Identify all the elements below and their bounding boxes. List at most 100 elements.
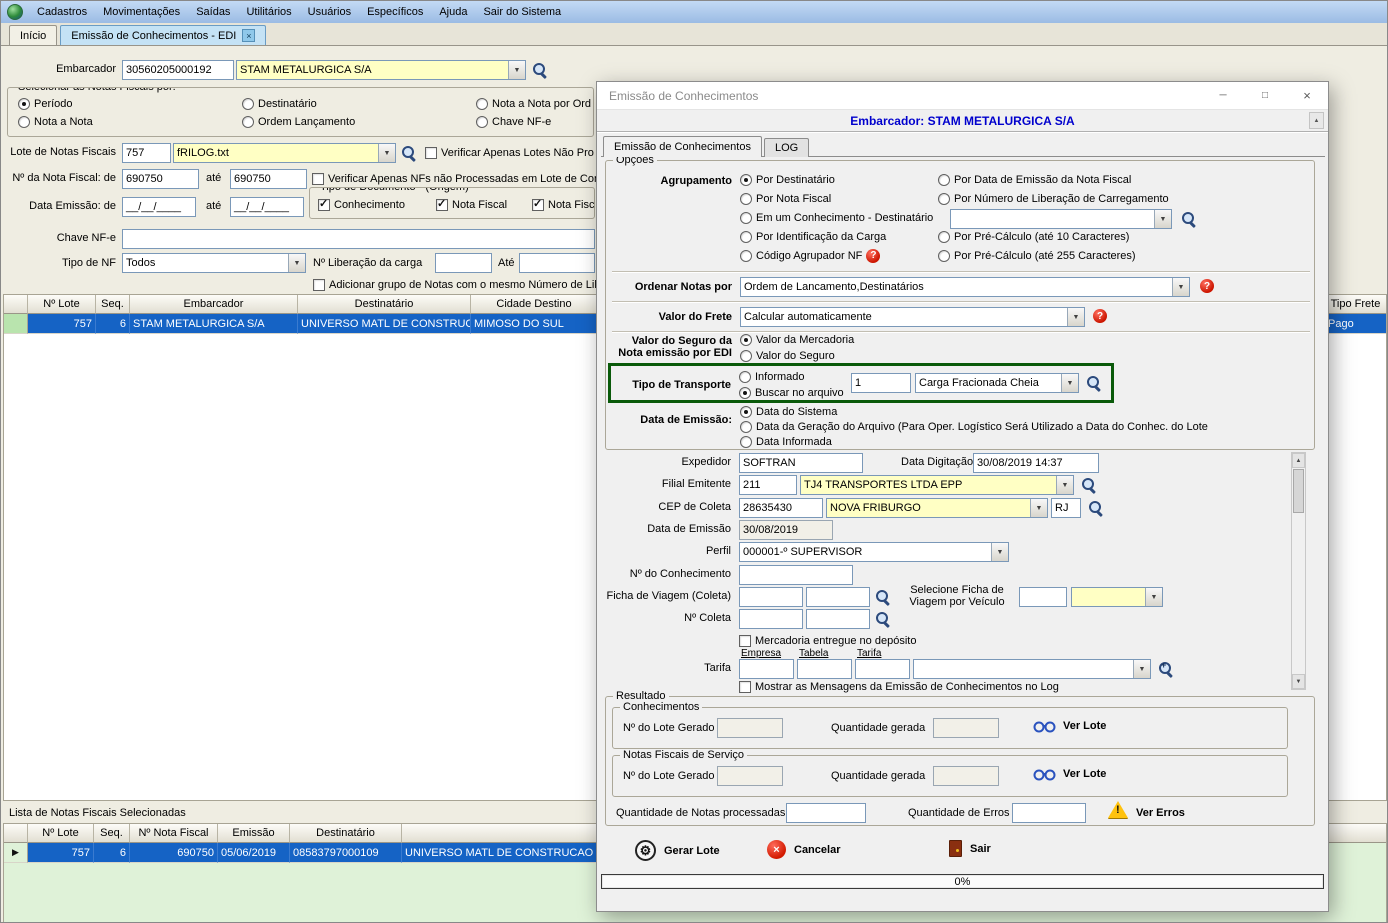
- liberacao-ate-input[interactable]: [519, 253, 595, 273]
- filial-search-button[interactable]: [1080, 476, 1098, 494]
- header-lote[interactable]: Nº Lote: [28, 295, 96, 314]
- form-scrollbar[interactable]: ▲ ▼: [1291, 452, 1306, 690]
- uf-input[interactable]: RJ: [1051, 498, 1081, 518]
- check-verificar-lotes[interactable]: Verificar Apenas Lotes Não Pro: [425, 146, 594, 159]
- scroll-up-button[interactable]: ▲: [1292, 453, 1305, 468]
- data-ate-input[interactable]: __/__/____: [230, 197, 304, 217]
- tipo-nf-select[interactable]: Todos ▼: [122, 253, 306, 273]
- expedidor-input[interactable]: SOFTRAN: [739, 453, 863, 473]
- radio-valor-mercadoria[interactable]: Valor da Mercadoria: [740, 333, 854, 346]
- coleta-input-2[interactable]: [806, 609, 870, 629]
- radio-destinatario[interactable]: Destinatário: [242, 97, 317, 110]
- radio-data-sistema[interactable]: Data do Sistema: [740, 405, 837, 418]
- conhecimento-search-button[interactable]: [1180, 210, 1198, 228]
- menu-movimentacoes[interactable]: Movimentações: [95, 2, 188, 22]
- radio-por-nota-fiscal[interactable]: Por Nota Fiscal: [740, 192, 831, 205]
- header-destinatario[interactable]: Destinatário: [298, 295, 471, 314]
- radio-por-data-emissao[interactable]: Por Data de Emissão da Nota Fiscal: [938, 173, 1131, 186]
- perfil-select[interactable]: 000001-º SUPERVISOR ▼: [739, 542, 1009, 562]
- radio-periodo[interactable]: Período: [18, 97, 73, 110]
- check-conhecimento[interactable]: Conhecimento: [318, 198, 405, 211]
- header-nota-fiscal[interactable]: Nº Nota Fiscal: [130, 824, 218, 843]
- nf-de-input[interactable]: 690750: [122, 169, 199, 189]
- ver-lote-servico-button[interactable]: Ver Lote: [1033, 767, 1106, 781]
- data-de-input[interactable]: __/__/____: [122, 197, 196, 217]
- header-seq[interactable]: Seq.: [96, 295, 130, 314]
- menu-ajuda[interactable]: Ajuda: [431, 2, 475, 22]
- radio-por-liberacao[interactable]: Por Número de Liberação de Carregamento: [938, 192, 1169, 205]
- cep-search-button[interactable]: [1087, 499, 1105, 517]
- cancelar-button[interactable]: × Cancelar: [767, 840, 840, 859]
- minimize-button[interactable]: ─: [1202, 82, 1244, 109]
- menu-saidas[interactable]: Saídas: [188, 2, 238, 22]
- ficha-input-2[interactable]: [806, 587, 870, 607]
- header-emissao[interactable]: Emissão: [218, 824, 290, 843]
- filial-codigo-input[interactable]: 211: [739, 475, 797, 495]
- radio-em-um-conhecimento[interactable]: Em um Conhecimento - Destinatário: [740, 211, 933, 224]
- tarifa-empresa-input[interactable]: [739, 659, 794, 679]
- conhecimento-input[interactable]: [739, 565, 853, 585]
- check-nota-fiscal[interactable]: Nota Fiscal: [436, 198, 507, 211]
- tarifa-select[interactable]: ▼: [913, 659, 1151, 679]
- help-icon[interactable]: ?: [1200, 279, 1214, 293]
- valor-frete-select[interactable]: Calcular automaticamente ▼: [740, 307, 1085, 327]
- header-destinatario[interactable]: Destinatário: [290, 824, 402, 843]
- check-adicionar-grupo[interactable]: Adicionar grupo de Notas com o mesmo Núm…: [313, 278, 607, 291]
- menu-cadastros[interactable]: Cadastros: [29, 2, 95, 22]
- embarcador-search-button[interactable]: [531, 61, 549, 79]
- liberacao-de-input[interactable]: [435, 253, 492, 273]
- check-mostrar-mensagens[interactable]: Mostrar as Mensagens da Emissão de Conhe…: [739, 680, 1059, 693]
- radio-informado[interactable]: Informado: [739, 370, 805, 383]
- header-seq[interactable]: Seq.: [94, 824, 130, 843]
- tab-emissao-edi[interactable]: Emissão de Conhecimentos - EDI ×: [60, 25, 266, 45]
- dialog-title-bar[interactable]: Emissão de Conhecimentos ─ □ ×: [597, 82, 1328, 110]
- gerar-lote-button[interactable]: ⚙ Gerar Lote: [635, 840, 720, 861]
- header-tipo-frete[interactable]: Tipo Frete: [1325, 295, 1386, 314]
- scroll-down-button[interactable]: ▼: [1292, 674, 1305, 689]
- menu-usuarios[interactable]: Usuários: [300, 2, 359, 22]
- dialog-tab-log[interactable]: LOG: [764, 138, 809, 157]
- menu-sair-do-sistema[interactable]: Sair do Sistema: [475, 2, 569, 22]
- check-verificar-nfs[interactable]: Verificar Apenas NFs não Processadas em …: [312, 172, 606, 185]
- transporte-codigo-input[interactable]: 1: [851, 373, 911, 393]
- radio-codigo-agrupador[interactable]: Código Agrupador NF?: [740, 249, 880, 262]
- ver-lote-button[interactable]: Ver Lote: [1033, 719, 1106, 733]
- radio-nota-a-nota[interactable]: Nota a Nota: [18, 115, 93, 128]
- scroll-up-button[interactable]: ▲: [1309, 112, 1324, 129]
- help-icon[interactable]: ?: [1093, 309, 1107, 323]
- scrollbar-thumb[interactable]: [1293, 469, 1304, 513]
- check-mercadoria-deposito[interactable]: Mercadoria entregue no depósito: [739, 634, 916, 647]
- header-embarcador[interactable]: Embarcador: [130, 295, 298, 314]
- embarcador-code-input[interactable]: 30560205000192: [122, 60, 234, 80]
- cep-input[interactable]: 28635430: [739, 498, 823, 518]
- header-cidade[interactable]: Cidade Destino: [471, 295, 598, 314]
- close-button[interactable]: ×: [1286, 82, 1328, 109]
- transporte-search-button[interactable]: [1085, 374, 1103, 392]
- radio-pre-calculo-10[interactable]: Por Pré-Cálculo (até 10 Caracteres): [938, 230, 1129, 243]
- help-icon[interactable]: ?: [866, 249, 880, 263]
- cidade-select[interactable]: NOVA FRIBURGO ▼: [826, 498, 1048, 518]
- coleta-search-button[interactable]: [874, 610, 892, 628]
- tarifa-tabela-input[interactable]: [797, 659, 852, 679]
- tab-inicio[interactable]: Início: [9, 25, 57, 45]
- nf-ate-input[interactable]: 690750: [230, 169, 307, 189]
- filial-select[interactable]: TJ4 TRANSPORTES LTDA EPP ▼: [800, 475, 1074, 495]
- ordenar-select[interactable]: Ordem de Lancamento,Destinatários ▼: [740, 277, 1190, 297]
- check-nota-fiscal-dev[interactable]: Nota Fiscal d: [532, 198, 595, 211]
- embarcador-select[interactable]: STAM METALURGICA S/A ▼: [236, 60, 526, 80]
- radio-data-geracao[interactable]: Data da Geração do Arquivo (Para Oper. L…: [740, 420, 1208, 433]
- sair-button[interactable]: Sair: [949, 840, 991, 857]
- radio-data-informada[interactable]: Data Informada: [740, 435, 832, 448]
- chave-nfe-input[interactable]: [122, 229, 595, 249]
- radio-por-identificacao[interactable]: Por Identificação da Carga: [740, 230, 886, 243]
- dialog-tab-emissao[interactable]: Emissão de Conhecimentos: [603, 136, 762, 157]
- ver-erros-button[interactable]: Ver Erros: [1136, 807, 1185, 819]
- radio-valor-seguro[interactable]: Valor do Seguro: [740, 349, 835, 362]
- veiculo-select[interactable]: ▼: [1071, 587, 1163, 607]
- menu-utilitarios[interactable]: Utilitários: [238, 2, 299, 22]
- ficha-input-1[interactable]: [739, 587, 803, 607]
- ficha-search-button[interactable]: [874, 588, 892, 606]
- radio-pre-calculo-255[interactable]: Por Pré-Cálculo (até 255 Caracteres): [938, 249, 1136, 262]
- radio-buscar-arquivo[interactable]: Buscar no arquivo: [739, 386, 844, 399]
- radio-nota-por-ordem[interactable]: Nota a Nota por Ord: [476, 97, 591, 110]
